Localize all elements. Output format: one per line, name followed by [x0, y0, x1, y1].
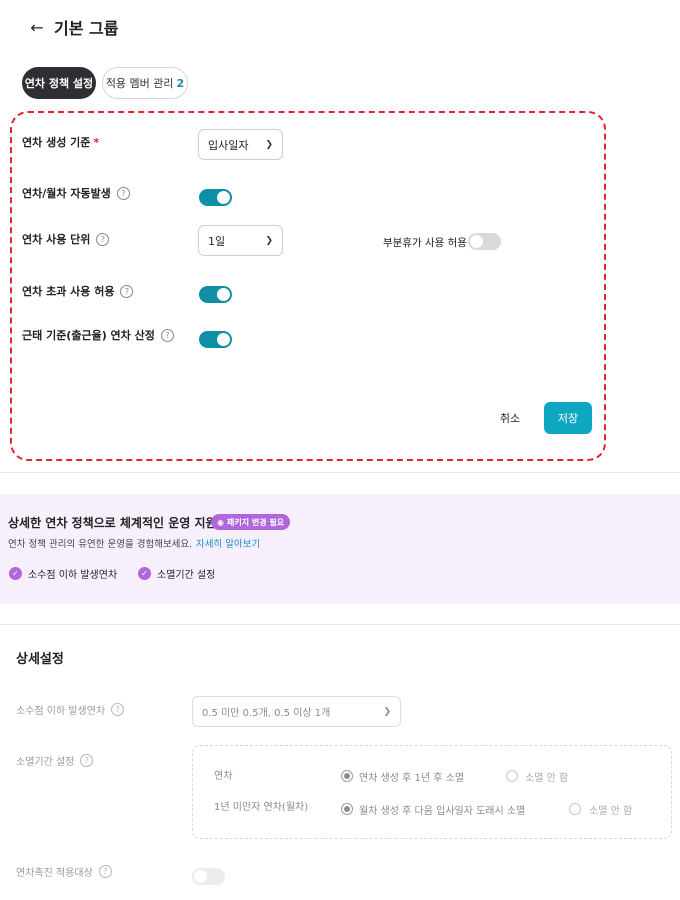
unit-select-value: 1일	[208, 234, 226, 248]
help-icon: ?	[98, 865, 112, 878]
partial-label: 부분휴가 사용 허용	[383, 235, 467, 250]
tab-label: 연차 정책 설정	[24, 77, 94, 90]
chevron-down-icon: ❯	[265, 235, 273, 246]
basis-select[interactable]: 입사일자 ❯	[198, 129, 283, 160]
annual-no-expire-label: 소멸 안 함	[525, 773, 569, 784]
promo-subtitle: 연차 정책 관리의 유연한 운영을 경험해보세요.	[8, 539, 193, 550]
overuse-toggle[interactable]	[199, 286, 232, 303]
monthly-no-expire-radio	[569, 803, 581, 815]
toggle-knob	[217, 288, 230, 301]
arrow-left-icon[interactable]: ←	[26, 16, 48, 38]
unit-select[interactable]: 1일 ❯	[198, 225, 283, 256]
toggle-knob	[217, 333, 230, 346]
unit-label-text: 연차 사용 단위	[22, 233, 91, 246]
promotion-label-text: 연차촉진 적용대상	[16, 868, 93, 879]
chevron-down-icon: ❯	[265, 139, 273, 150]
toggle-knob	[194, 870, 207, 883]
divider	[0, 472, 680, 473]
check-circle-icon: ✓	[138, 567, 151, 580]
divider	[0, 624, 680, 625]
attendance-label-text: 근태 기준(출근율) 연차 산정	[22, 329, 155, 342]
decimal-label-text: 소수점 이하 발생연차	[16, 706, 106, 717]
expiry-label: 소멸기간 설정 ?	[16, 753, 94, 768]
toggle-knob	[470, 235, 483, 248]
overuse-label-text: 연차 초과 사용 허용	[22, 285, 115, 298]
lock-icon: ◉	[217, 517, 224, 527]
monthly-no-expire-label: 소멸 안 함	[589, 806, 633, 817]
annual-row-label: 연차	[214, 771, 233, 782]
auto-label: 연차/월차 자동발생 ?	[22, 185, 130, 201]
decimal-label: 소수점 이하 발생연차 ?	[16, 702, 125, 717]
attendance-toggle[interactable]	[199, 331, 232, 348]
help-icon[interactable]: ?	[96, 232, 110, 246]
promotion-label: 연차촉진 적용대상 ?	[16, 864, 112, 879]
auto-toggle[interactable]	[199, 189, 232, 206]
chevron-down-icon: ❯	[383, 706, 391, 717]
auto-label-text: 연차/월차 자동발생	[22, 187, 111, 200]
save-button[interactable]: 저장	[544, 402, 592, 434]
page-title: 기본 그룹	[54, 19, 119, 38]
overuse-label: 연차 초과 사용 허용 ?	[22, 283, 134, 299]
promotion-toggle	[192, 868, 225, 885]
expiry-options-box	[192, 745, 672, 839]
required-mark: *	[93, 135, 100, 149]
basis-label: 연차 생성 기준 *	[22, 134, 99, 150]
feature-item: ✓ 소멸기간 설정	[138, 566, 215, 581]
detail-settings-title: 상세설정	[16, 652, 64, 667]
feature-item: ✓ 소수점 이하 발생연차	[9, 566, 117, 581]
toggle-knob	[217, 191, 230, 204]
learn-more-link[interactable]: 자세히 알아보기	[196, 536, 260, 550]
annual-no-expire-radio	[506, 770, 518, 782]
cancel-button[interactable]: 취소	[488, 402, 532, 433]
monthly-expire-radio	[341, 803, 353, 815]
package-change-badge: ◉ 패키지 변경 필요	[211, 514, 291, 530]
expiry-label-text: 소멸기간 설정	[16, 757, 75, 768]
annual-expire-label: 연차 생성 후 1년 후 소멸	[359, 773, 465, 784]
partial-label-text: 부분휴가 사용 허용	[383, 237, 467, 249]
feature-label: 소수점 이하 발생연차	[28, 570, 118, 581]
basis-select-value: 입사일자	[208, 138, 249, 152]
check-circle-icon: ✓	[9, 567, 22, 580]
monthly-expire-label: 월차 생성 후 다음 입사일자 도래시 소멸	[359, 806, 526, 817]
member-count-badge: 2	[176, 76, 185, 90]
help-icon[interactable]: ?	[116, 186, 130, 200]
help-icon: ?	[80, 754, 94, 767]
annual-expire-radio	[341, 770, 353, 782]
tab-label: 적용 멤버 관리	[105, 77, 174, 90]
tab-annual-policy[interactable]: 연차 정책 설정	[22, 67, 96, 99]
decimal-select-value: 0.5 미만 0.5개, 0.5 이상 1개	[202, 708, 331, 719]
attendance-label: 근태 기준(출근율) 연차 산정 ?	[22, 327, 174, 343]
badge-text: 패키지 변경 필요	[226, 517, 285, 527]
tab-member-management[interactable]: 적용 멤버 관리 2	[102, 67, 188, 99]
help-icon[interactable]: ?	[120, 284, 134, 298]
partial-toggle[interactable]	[468, 233, 501, 250]
unit-label: 연차 사용 단위 ?	[22, 231, 110, 247]
help-icon[interactable]: ?	[160, 328, 174, 342]
decimal-select: 0.5 미만 0.5개, 0.5 이상 1개 ❯	[192, 696, 401, 727]
promo-title: 상세한 연차 정책으로 체계적인 운영 지원	[8, 516, 217, 530]
monthly-row-label: 1년 미만자 연차(월차)	[214, 802, 309, 813]
help-icon: ?	[111, 703, 125, 716]
feature-label: 소멸기간 설정	[157, 570, 216, 581]
basis-label-text: 연차 생성 기준	[22, 136, 91, 149]
